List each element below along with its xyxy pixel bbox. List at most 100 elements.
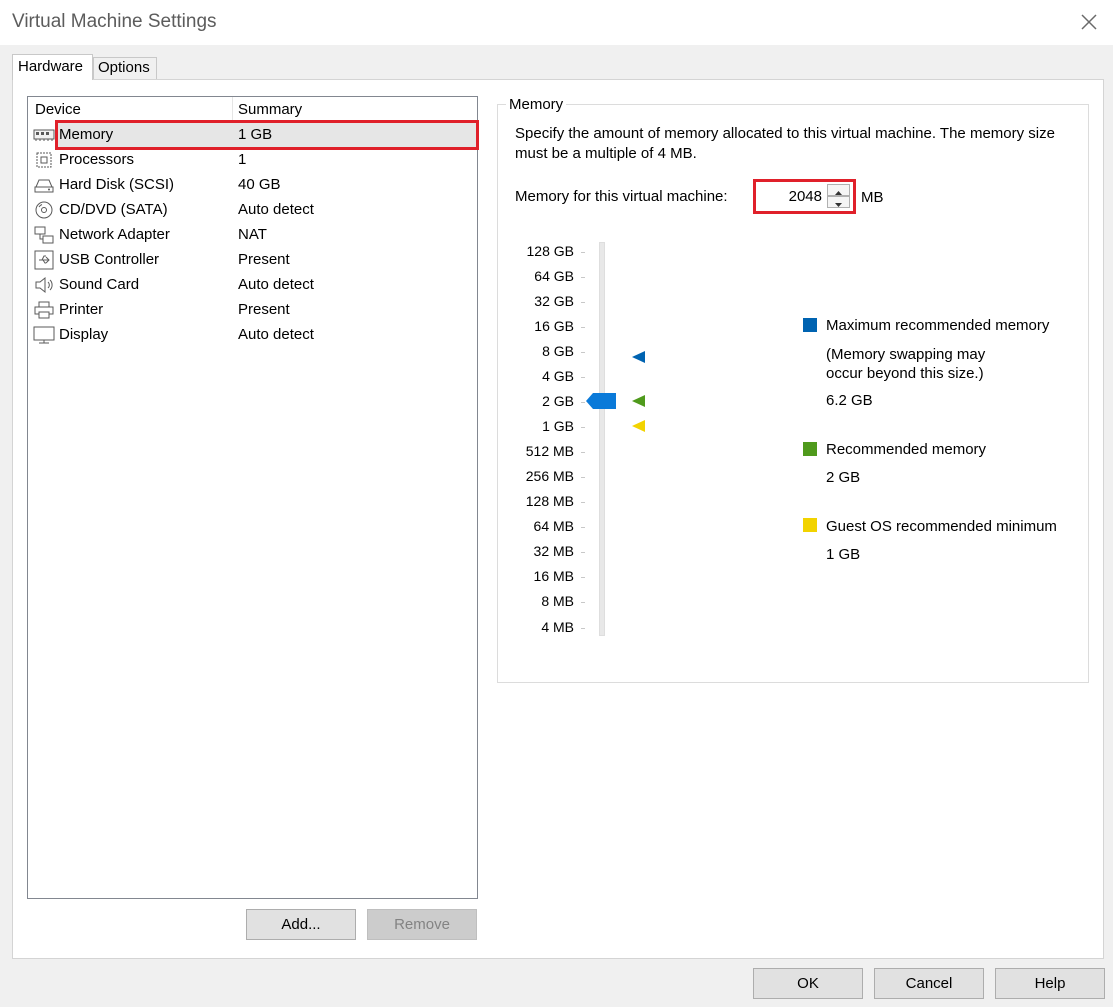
memory-decrement-button[interactable]	[827, 196, 850, 208]
device-row-processors[interactable]: Processors 1	[28, 147, 477, 172]
device-row-usb-controller[interactable]: USB Controller Present	[28, 247, 477, 272]
scale-label: 16 MB	[533, 568, 574, 584]
device-row-sound-card[interactable]: Sound Card Auto detect	[28, 272, 477, 297]
scale-tick	[581, 552, 585, 553]
device-name: Printer	[59, 301, 104, 318]
device-name: Hard Disk (SCSI)	[59, 176, 175, 193]
device-list-header: Device Summary	[28, 97, 477, 122]
scale-tick	[581, 577, 585, 578]
device-summary: Present	[238, 251, 290, 268]
max-recommended-marker	[630, 350, 646, 364]
close-icon	[1081, 14, 1097, 30]
speaker-icon	[33, 275, 55, 295]
device-summary: Auto detect	[238, 276, 314, 293]
scale-label: 16 GB	[534, 318, 574, 334]
ok-button[interactable]: OK	[753, 968, 863, 999]
printer-icon	[33, 300, 55, 320]
scale-label: 8 MB	[541, 593, 574, 609]
tab-hardware[interactable]: Hardware	[12, 54, 93, 80]
memory-increment-button[interactable]	[827, 184, 850, 196]
memory-unit: MB	[861, 189, 884, 206]
memory-group-title: Memory	[506, 96, 567, 113]
scale-label: 32 GB	[534, 293, 574, 309]
recommended-marker	[630, 394, 646, 408]
device-row-memory[interactable]: Memory 1 GB	[28, 122, 477, 147]
recommended-swatch	[803, 442, 817, 456]
scale-tick	[581, 327, 585, 328]
column-divider[interactable]	[232, 97, 233, 121]
scale-label: 256 MB	[525, 468, 574, 484]
scale-tick	[581, 502, 585, 503]
remove-device-button[interactable]: Remove	[367, 909, 477, 940]
spin-down-icon	[835, 203, 842, 207]
device-summary: Present	[238, 301, 290, 318]
memory-size-input[interactable]	[760, 185, 826, 208]
add-device-button[interactable]: Add...	[246, 909, 356, 940]
hard-disk-icon	[33, 175, 55, 195]
device-summary: 1	[238, 151, 247, 168]
title-bar: Virtual Machine Settings	[0, 0, 1113, 45]
device-summary: Auto detect	[238, 201, 314, 218]
scale-label: 128 GB	[526, 243, 574, 259]
device-row-network-adapter[interactable]: Network Adapter NAT	[28, 222, 477, 247]
processor-icon	[33, 150, 55, 170]
minimum-marker	[630, 419, 646, 433]
monitor-icon	[33, 325, 55, 345]
scale-tick	[581, 377, 585, 378]
scale-tick	[581, 602, 585, 603]
scale-tick	[581, 277, 585, 278]
max-recommended-value: 6.2 GB	[826, 392, 873, 409]
scale-tick	[581, 527, 585, 528]
scale-label: 64 MB	[533, 518, 574, 534]
max-recommended-note: (Memory swapping may occur beyond this s…	[826, 346, 986, 382]
scale-label: 64 GB	[534, 268, 574, 284]
scale-label: 1 GB	[542, 418, 574, 434]
max-recommended-swatch	[803, 318, 817, 332]
scale-label: 32 MB	[533, 543, 574, 559]
scale-label: 2 GB	[542, 393, 574, 409]
device-summary: Auto detect	[238, 326, 314, 343]
memory-field-label: Memory for this virtual machine:	[515, 188, 728, 205]
minimum-swatch	[803, 518, 817, 532]
window-title: Virtual Machine Settings	[12, 11, 217, 32]
minimum-value: 1 GB	[826, 546, 861, 563]
scale-label: 512 MB	[525, 443, 574, 459]
memory-slider-track[interactable]	[599, 242, 605, 636]
scale-label: 4 MB	[541, 619, 574, 635]
recommended-value: 2 GB	[826, 469, 861, 486]
device-summary: NAT	[238, 226, 267, 243]
usb-icon	[33, 250, 55, 270]
memory-slider-thumb[interactable]	[586, 393, 616, 409]
device-name: Display	[59, 326, 109, 343]
scale-tick	[581, 402, 585, 403]
cancel-button[interactable]: Cancel	[874, 968, 984, 999]
device-name: USB Controller	[59, 251, 160, 268]
scale-label: 8 GB	[542, 343, 574, 359]
column-header-device[interactable]: Device	[35, 101, 81, 118]
scale-tick	[581, 628, 585, 629]
tab-options[interactable]: Options	[93, 57, 157, 80]
scale-tick	[581, 452, 585, 453]
device-row-printer[interactable]: Printer Present	[28, 297, 477, 322]
device-name: CD/DVD (SATA)	[59, 201, 168, 218]
scale-label: 4 GB	[542, 368, 574, 384]
close-button[interactable]	[1077, 10, 1101, 34]
scale-tick	[581, 427, 585, 428]
network-adapter-icon	[33, 225, 55, 245]
help-button[interactable]: Help	[995, 968, 1105, 999]
recommended-label: Recommended memory	[826, 441, 987, 458]
device-row-cd-dvd[interactable]: CD/DVD (SATA) Auto detect	[28, 197, 477, 222]
device-summary: 40 GB	[238, 176, 281, 193]
device-name: Network Adapter	[59, 226, 170, 243]
device-row-display[interactable]: Display Auto detect	[28, 322, 477, 347]
scale-tick	[581, 352, 585, 353]
column-header-summary[interactable]: Summary	[238, 101, 302, 118]
minimum-label: Guest OS recommended minimum	[826, 518, 1057, 535]
device-summary: 1 GB	[238, 126, 273, 143]
device-list[interactable]: Device Summary Memory 1 GB Processors 1 …	[27, 96, 478, 899]
device-row-hard-disk[interactable]: Hard Disk (SCSI) 40 GB	[28, 172, 477, 197]
scale-tick	[581, 252, 585, 253]
memory-description: Specify the amount of memory allocated t…	[515, 125, 1055, 162]
memory-icon	[33, 125, 55, 145]
scale-label: 128 MB	[525, 493, 574, 509]
